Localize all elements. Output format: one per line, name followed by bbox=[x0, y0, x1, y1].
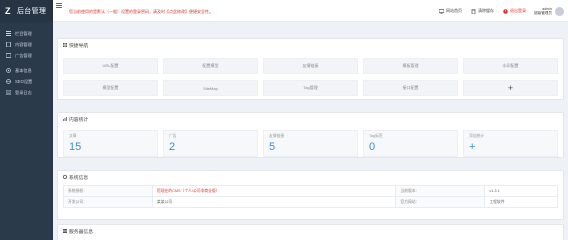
table-cell: 当前版本： bbox=[395, 185, 486, 197]
top-actions: 网站首页 清除缓存 退出登录 admin 超级管理员 bbox=[430, 0, 564, 22]
user-role: 超级管理员 bbox=[534, 11, 552, 15]
quick-sitemap-button[interactable]: SiteMap bbox=[163, 80, 258, 96]
stat-value: 15 bbox=[69, 141, 82, 153]
sysinfo-table: 系统授权： 您现在的CMS（个人/公司非商业版） 当前版本： v1.3.1 开发… bbox=[63, 185, 558, 208]
server-title: 服务器信息 bbox=[58, 225, 563, 237]
server-icon bbox=[63, 229, 67, 233]
stat-value: 0 bbox=[369, 141, 376, 153]
quick-add-button[interactable]: + bbox=[463, 80, 558, 96]
sidebar-item-label: 登录日志 bbox=[15, 89, 32, 95]
server-panel: 服务器信息 bbox=[57, 224, 564, 240]
chart-icon bbox=[63, 117, 67, 121]
password-notice[interactable]: 您当前使用的是默认（一般）设置的登录密码，请及时【点此修改】便捷安全性。 bbox=[69, 9, 213, 15]
image-icon bbox=[5, 53, 12, 58]
logout-label: 退出登录 bbox=[510, 8, 527, 13]
clear-cache-button[interactable]: 清除缓存 bbox=[471, 8, 494, 14]
stat-card-tags[interactable]: Tag标签 0 bbox=[363, 130, 458, 157]
sidebar-item-label: 内容管理 bbox=[15, 41, 32, 47]
quick-nav-panel: 快捷导航 URL配置 配置模型 友情链接 模板管理 水印配置 模型配置 Site… bbox=[57, 38, 564, 100]
columns-icon bbox=[6, 31, 11, 36]
sidebar-item-ads[interactable]: 广告管理 bbox=[0, 50, 53, 61]
logo[interactable]: Z 后台管理 bbox=[0, 0, 53, 22]
gear-icon bbox=[6, 68, 11, 73]
table-row: 开发公司： 某某公司 官方网站： 工程软件 bbox=[63, 196, 558, 208]
sidebar-item-label: 栏目管理 bbox=[15, 30, 32, 36]
stat-card-ads[interactable]: 广告 2 bbox=[163, 130, 258, 157]
quick-model-config-button[interactable]: 模型配置 bbox=[63, 80, 158, 96]
site-home-button[interactable]: 网站首页 bbox=[438, 8, 463, 14]
power-icon bbox=[503, 8, 508, 14]
table-row: 系统授权： 您现在的CMS（个人/公司非商业版） 当前版本： v1.3.1 bbox=[63, 185, 558, 197]
sidebar-item-basic-info[interactable]: 基本信息 bbox=[0, 65, 53, 76]
sidebar-item-label: SEO设置 bbox=[15, 78, 33, 84]
quick-api-config-button[interactable]: 接口配置 bbox=[363, 80, 458, 96]
stats-panel: 内容统计 文章 15 广告 2 友情链接 5 Tag标签 0 添加统计 + bbox=[57, 112, 564, 158]
stat-card-links[interactable]: 友情链接 5 bbox=[263, 130, 358, 157]
sysinfo-panel: 系统信息 系统授权： 您现在的CMS（个人/公司非商业版） 当前版本： v1.3… bbox=[57, 170, 564, 220]
sysinfo-title: 系统信息 bbox=[58, 171, 563, 183]
logout-button[interactable]: 退出登录 bbox=[503, 8, 526, 14]
sidebar-item-label: 广告管理 bbox=[15, 52, 32, 58]
quick-nav-title: 快捷导航 bbox=[58, 39, 563, 51]
trash-icon bbox=[471, 8, 476, 14]
table-cell: 官方网站： bbox=[395, 196, 486, 208]
sidebar-item-columns[interactable]: 栏目管理 bbox=[0, 28, 53, 39]
sidebar-item-login-log[interactable]: 登录日志 bbox=[0, 87, 53, 98]
sidebar-item-label: 基本信息 bbox=[15, 67, 32, 73]
sidebar-item-seo[interactable]: SEO设置 bbox=[0, 76, 53, 87]
table-cell: 系统授权： bbox=[63, 185, 153, 197]
stat-card-articles[interactable]: 文章 15 bbox=[63, 130, 158, 157]
user-info[interactable]: admin 超级管理员 bbox=[534, 7, 552, 16]
stat-value: + bbox=[469, 141, 476, 153]
stats-title: 内容统计 bbox=[58, 113, 563, 125]
sidebar-item-content[interactable]: 内容管理 bbox=[0, 39, 53, 50]
stat-label: Tag标签 bbox=[369, 134, 383, 138]
quick-watermark-button[interactable]: 水印配置 bbox=[463, 58, 558, 74]
quick-nav-grid: URL配置 配置模型 友情链接 模板管理 水印配置 模型配置 SiteMap T… bbox=[63, 58, 558, 96]
monitor-icon bbox=[438, 8, 445, 14]
logo-icon: Z bbox=[5, 5, 11, 16]
menu-toggle-icon[interactable] bbox=[56, 3, 62, 8]
site-home-label: 网站首页 bbox=[446, 8, 463, 13]
stat-label: 添加统计 bbox=[469, 134, 485, 138]
stat-value: 2 bbox=[169, 141, 176, 153]
app-title: 后台管理 bbox=[17, 8, 47, 15]
table-cell[interactable]: 工程软件 bbox=[484, 196, 558, 208]
table-cell: 开发公司： bbox=[63, 196, 153, 208]
quick-tag-button[interactable]: Tag管理 bbox=[263, 80, 358, 96]
document-icon bbox=[6, 41, 11, 48]
clear-cache-label: 清除缓存 bbox=[478, 8, 495, 13]
quick-config-model-button[interactable]: 配置模型 bbox=[163, 58, 258, 74]
stat-card-add[interactable]: 添加统计 + bbox=[463, 130, 558, 157]
table-cell[interactable]: 您现在的CMS（个人/公司非商业版） bbox=[151, 185, 397, 197]
quick-template-button[interactable]: 模板管理 bbox=[363, 58, 458, 74]
avatar[interactable] bbox=[555, 6, 564, 16]
table-cell: 某某公司 bbox=[151, 196, 397, 208]
stat-value: 5 bbox=[269, 141, 276, 153]
stats-grid: 文章 15 广告 2 友情链接 5 Tag标签 0 添加统计 + bbox=[63, 130, 558, 157]
sidebar: Z 后台管理 栏目管理 内容管理 广告管理 基本信息 SEO设置 登录日志 bbox=[0, 0, 53, 240]
gear-icon bbox=[63, 175, 67, 179]
quick-friend-links-button[interactable]: 友情链接 bbox=[263, 58, 358, 74]
quick-url-config-button[interactable]: URL配置 bbox=[63, 58, 158, 74]
stat-label: 友情链接 bbox=[269, 134, 285, 138]
stat-label: 广告 bbox=[169, 134, 177, 138]
sidebar-nav: 栏目管理 内容管理 广告管理 基本信息 SEO设置 登录日志 bbox=[0, 28, 53, 98]
grid-icon bbox=[63, 43, 67, 47]
list-icon bbox=[5, 89, 12, 96]
topbar: 您当前使用的是默认（一般）设置的登录密码，请及时【点此修改】便捷安全性。 网站首… bbox=[53, 0, 568, 22]
globe-icon bbox=[6, 79, 11, 84]
stat-label: 文章 bbox=[69, 134, 77, 138]
table-cell: v1.3.1 bbox=[484, 185, 558, 197]
